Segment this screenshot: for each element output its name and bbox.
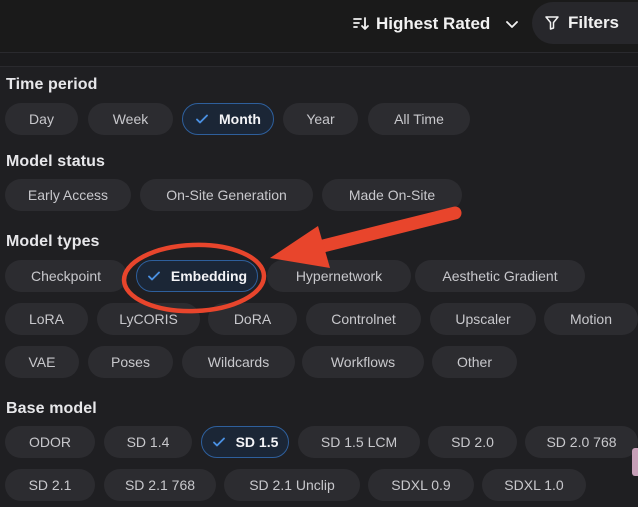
chip-checkpoint[interactable]: Checkpoint	[5, 260, 127, 292]
top-bar: Highest Rated Filters	[0, 0, 638, 53]
chip-week[interactable]: Week	[88, 103, 173, 135]
scrollbar-handle[interactable]	[632, 448, 638, 476]
filters-panel: Time period Day Week Month Year All Time…	[0, 66, 638, 507]
chip-hypernetwork[interactable]: Hypernetwork	[267, 260, 411, 292]
chip-wildcards[interactable]: Wildcards	[182, 346, 295, 378]
chip-sd-2-0-768[interactable]: SD 2.0 768	[525, 426, 638, 458]
chip-dora[interactable]: DoRA	[208, 303, 297, 335]
filter-icon	[545, 16, 559, 30]
chip-lycoris[interactable]: LyCORIS	[97, 303, 200, 335]
chip-lora[interactable]: LoRA	[5, 303, 88, 335]
chip-early-access[interactable]: Early Access	[5, 179, 131, 211]
check-icon	[196, 114, 208, 124]
panel-divider	[0, 66, 638, 67]
chip-sdxl-1-0[interactable]: SDXL 1.0	[482, 469, 586, 501]
chip-upscaler[interactable]: Upscaler	[430, 303, 536, 335]
chip-sd-2-1-unclip[interactable]: SD 2.1 Unclip	[224, 469, 360, 501]
sort-label: Highest Rated	[376, 14, 491, 33]
chip-sd-1-4[interactable]: SD 1.4	[104, 426, 192, 458]
filters-button[interactable]: Filters	[532, 2, 638, 44]
chip-workflows[interactable]: Workflows	[302, 346, 424, 378]
chevron-down-icon	[506, 21, 519, 28]
section-title-model-status: Model status	[6, 153, 105, 170]
section-title-base-model: Base model	[6, 400, 97, 417]
chip-month[interactable]: Month	[182, 103, 274, 135]
chip-sd-1-5-lcm[interactable]: SD 1.5 LCM	[298, 426, 420, 458]
chip-poses[interactable]: Poses	[88, 346, 173, 378]
check-icon	[147, 271, 160, 281]
chip-sd-1-5[interactable]: SD 1.5	[201, 426, 289, 458]
chip-day[interactable]: Day	[5, 103, 78, 135]
sort-icon	[353, 17, 369, 30]
chip-sd-2-1[interactable]: SD 2.1	[5, 469, 95, 501]
chip-motion[interactable]: Motion	[544, 303, 638, 335]
chip-aesthetic-gradient[interactable]: Aesthetic Gradient	[415, 260, 585, 292]
chip-sdxl-0-9[interactable]: SDXL 0.9	[368, 469, 474, 501]
section-title-time-period: Time period	[6, 76, 98, 93]
chip-all-time[interactable]: All Time	[368, 103, 470, 135]
chip-made-on-site[interactable]: Made On-Site	[322, 179, 462, 211]
section-title-model-types: Model types	[6, 233, 100, 250]
chip-on-site-generation[interactable]: On-Site Generation	[140, 179, 313, 211]
chip-sd-2-0[interactable]: SD 2.0	[428, 426, 517, 458]
filters-label: Filters	[568, 13, 620, 32]
sort-dropdown[interactable]: Highest Rated	[352, 6, 520, 42]
chip-embedding[interactable]: Embedding	[136, 260, 258, 292]
chip-controlnet[interactable]: Controlnet	[306, 303, 421, 335]
chip-year[interactable]: Year	[283, 103, 358, 135]
check-icon	[212, 437, 225, 447]
chip-sd-2-1-768[interactable]: SD 2.1 768	[104, 469, 216, 501]
chip-vae[interactable]: VAE	[5, 346, 79, 378]
chip-odor[interactable]: ODOR	[5, 426, 95, 458]
chip-other[interactable]: Other	[432, 346, 517, 378]
